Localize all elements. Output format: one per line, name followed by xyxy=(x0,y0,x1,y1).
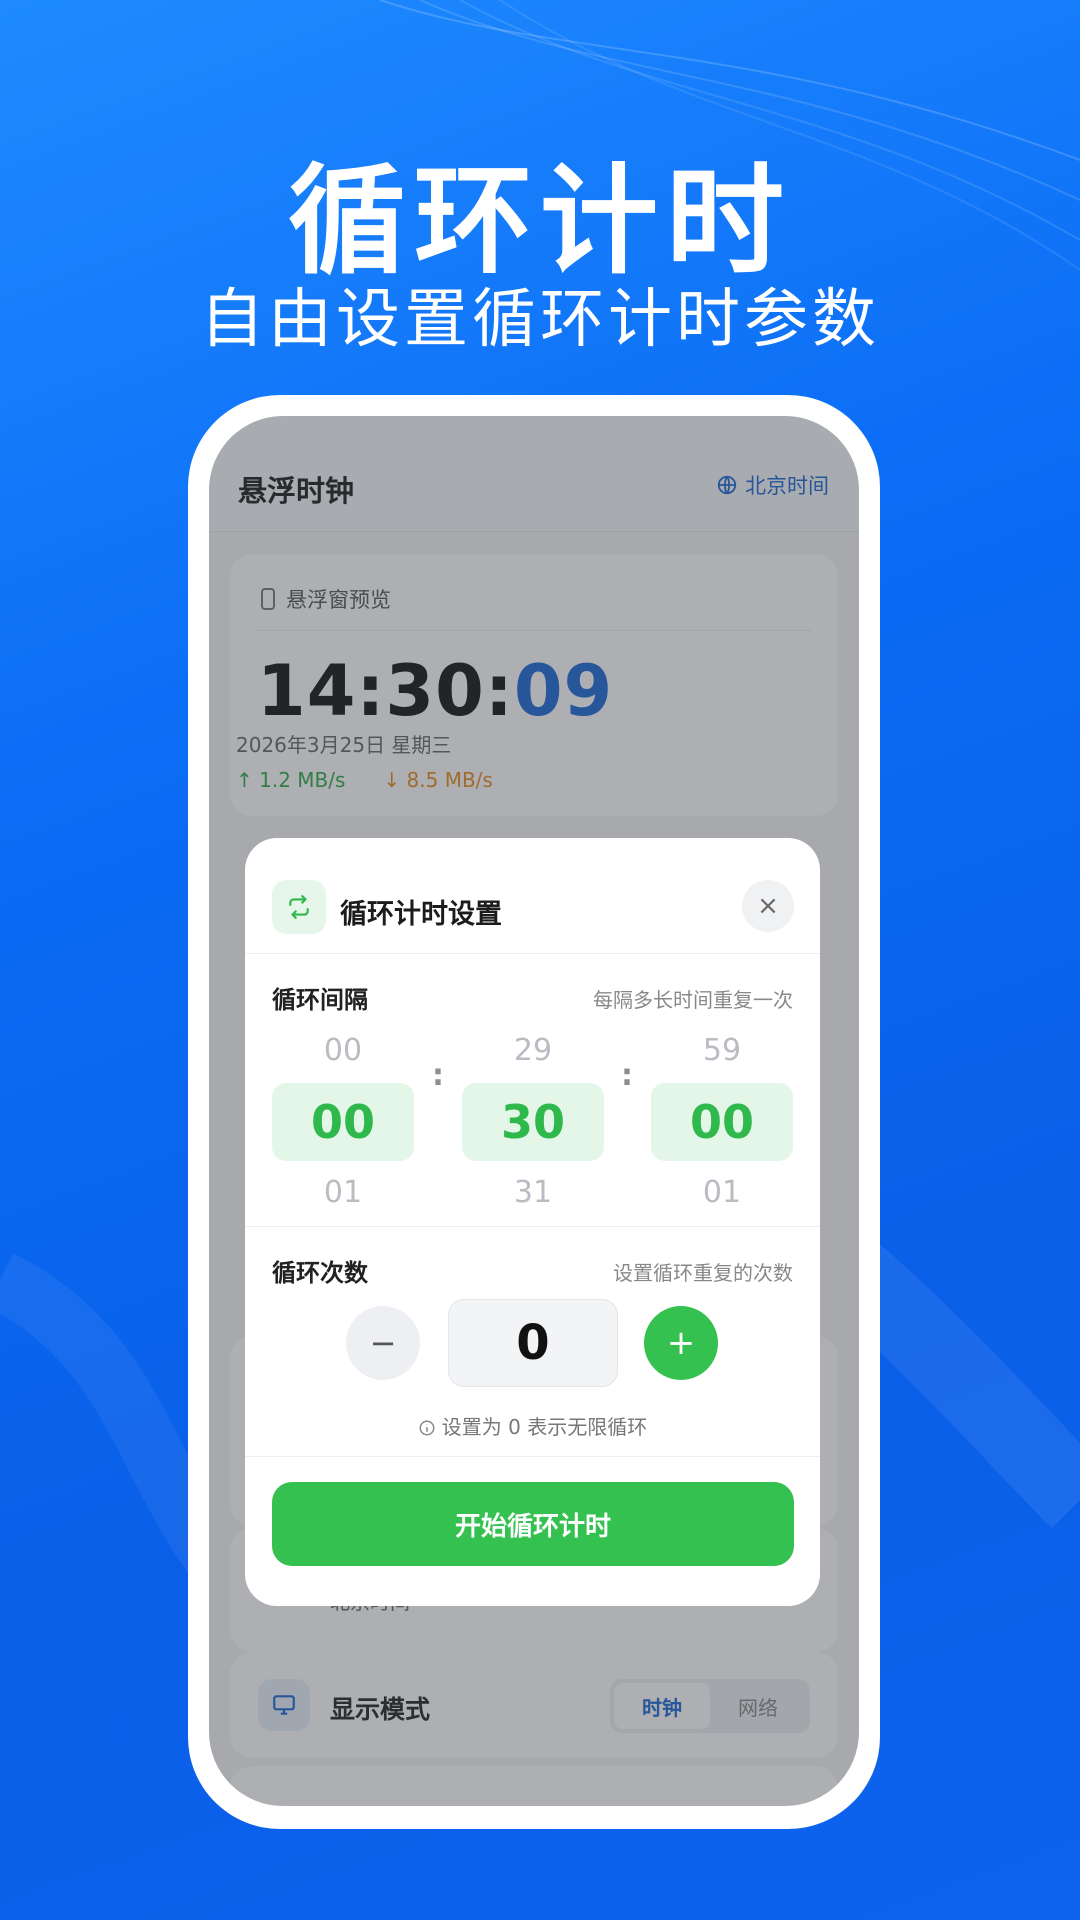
divider xyxy=(245,1456,820,1457)
infinite-loop-tip: 设置为 0 表示无限循环 xyxy=(245,1411,820,1440)
count-hint: 设置循环重复的次数 xyxy=(613,1261,793,1285)
count-label: 循环次数 xyxy=(272,1259,368,1287)
minus-icon: − xyxy=(369,1324,397,1362)
interval-label: 循环间隔 xyxy=(272,986,368,1014)
infinite-loop-tip-text: 设置为 0 表示无限循环 xyxy=(441,1415,648,1439)
modal-title: 循环计时设置 xyxy=(340,899,502,930)
start-loop-button[interactable]: 开始循环计时 xyxy=(272,1482,794,1566)
divider xyxy=(245,1226,820,1227)
seconds-prev[interactable]: 59 xyxy=(651,1030,793,1072)
hours-picker[interactable]: 00 00 01 xyxy=(272,1030,414,1214)
close-icon: × xyxy=(757,891,779,921)
modal-header: 循环计时设置 × xyxy=(245,838,820,954)
hours-prev[interactable]: 00 xyxy=(272,1030,414,1072)
minutes-prev[interactable]: 29 xyxy=(462,1030,604,1072)
interval-hint: 每隔多长时间重复一次 xyxy=(593,988,793,1012)
increment-button[interactable]: + xyxy=(644,1306,718,1380)
minutes-next[interactable]: 31 xyxy=(462,1172,604,1214)
count-input[interactable]: 0 xyxy=(448,1299,618,1387)
close-button[interactable]: × xyxy=(742,880,794,932)
minutes-picker[interactable]: 29 30 31 xyxy=(462,1030,604,1214)
hours-value[interactable]: 00 xyxy=(272,1083,414,1161)
time-separator: : xyxy=(432,1058,444,1093)
loop-timer-modal: 循环计时设置 × 循环间隔 每隔多长时间重复一次 00 00 01 : 29 3… xyxy=(245,838,820,1606)
seconds-next[interactable]: 01 xyxy=(651,1172,793,1214)
hero-subtitle: 自由设置循环计时参数 xyxy=(200,283,880,357)
info-icon xyxy=(419,1420,435,1436)
plus-icon: + xyxy=(666,1323,696,1363)
repeat-icon xyxy=(272,880,326,934)
minutes-value[interactable]: 30 xyxy=(462,1083,604,1161)
seconds-picker[interactable]: 59 00 01 xyxy=(651,1030,793,1214)
decrement-button[interactable]: − xyxy=(346,1306,420,1380)
time-separator: : xyxy=(621,1058,633,1093)
seconds-value[interactable]: 00 xyxy=(651,1083,793,1161)
hours-next[interactable]: 01 xyxy=(272,1172,414,1214)
